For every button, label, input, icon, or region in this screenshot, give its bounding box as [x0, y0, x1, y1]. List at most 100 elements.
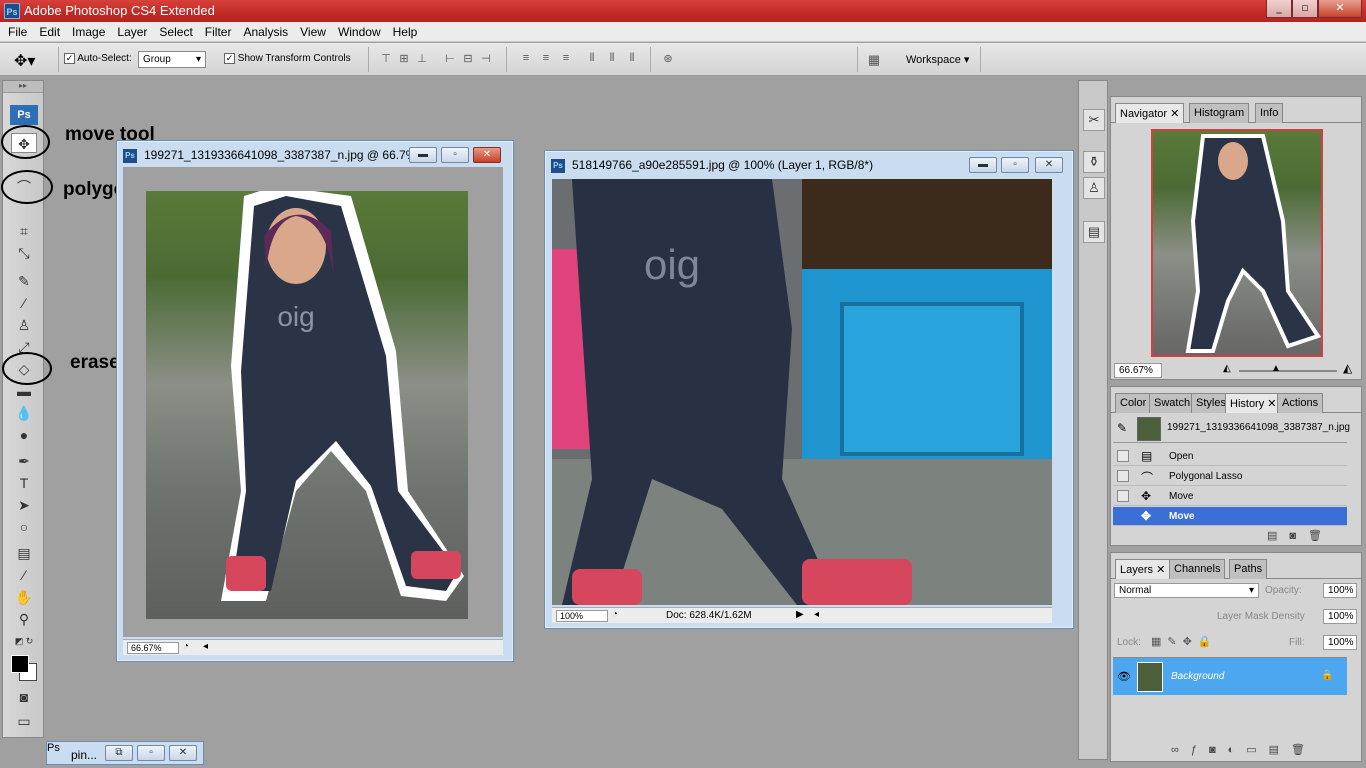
lock-icons[interactable]: ▦✎✥🔒 [1151, 635, 1218, 648]
blend-mode-select[interactable]: Normal ▾ [1114, 583, 1259, 598]
distribute-right-icon[interactable]: ⦀ [624, 52, 640, 66]
layer-row-background[interactable]: 👁 Background 🔒 [1113, 657, 1347, 695]
history-item-selected[interactable]: ✥ Move [1113, 507, 1347, 526]
eyedropper-tool-icon[interactable]: ⁄ [11, 565, 37, 585]
menu-help[interactable]: Help [387, 25, 424, 39]
history-item[interactable]: ▤ Open [1113, 447, 1347, 466]
history-item[interactable]: ⌒ Polygonal Lasso [1113, 467, 1347, 486]
doc1-zoom-field[interactable]: 66.67% [127, 642, 179, 654]
tab-history[interactable]: History ✕ [1225, 393, 1282, 413]
doc2-maximize-button[interactable]: ▫ [1001, 157, 1029, 173]
minidoc-close-button[interactable]: ✕ [169, 745, 197, 761]
show-transform-checkbox[interactable]: ✓ Show Transform Controls [224, 53, 351, 64]
distribute-hcenter-icon[interactable]: ⦀ [604, 52, 620, 66]
menu-edit[interactable]: Edit [33, 25, 66, 39]
navigator-slider-thumb[interactable]: ▲ [1271, 363, 1281, 374]
auto-select-checkbox[interactable]: ✓ Auto-Select: [64, 53, 132, 64]
auto-select-dropdown[interactable]: Group ▾ [138, 51, 206, 68]
navigator-zoom-field[interactable]: 66.67% [1114, 363, 1162, 378]
distribute-top-icon[interactable]: ≡ [518, 52, 534, 66]
hand-tool-icon[interactable]: ✋ [11, 587, 37, 607]
tab-channels[interactable]: Channels [1169, 559, 1226, 579]
doc2-status-arrow-icon[interactable]: ▶ [796, 609, 804, 620]
auto-align-icon[interactable]: ⊛ [660, 52, 676, 66]
tab-layers[interactable]: Layers ✕ [1115, 559, 1171, 579]
move-tool-preset-icon[interactable]: ✥▾ [14, 51, 35, 71]
minimize-button[interactable]: _ [1266, 0, 1292, 18]
clone-source-icon[interactable]: ♙ [1083, 177, 1105, 199]
align-vcenter-icon[interactable]: ⊞ [396, 52, 412, 66]
align-bottom-icon[interactable]: ⊥ [414, 52, 430, 66]
close-button[interactable]: ✕ [1318, 0, 1362, 18]
foreground-color-swatch[interactable] [11, 655, 29, 673]
document-window-2[interactable]: Ps 518149766_a90e285591.jpg @ 100% (Laye… [544, 150, 1074, 629]
swap-colors-icon[interactable]: ◩ ↻ [11, 631, 37, 651]
menu-select[interactable]: Select [153, 25, 198, 39]
fill-field[interactable]: 100% [1323, 635, 1357, 650]
bridge-icon[interactable]: ▦ [866, 52, 882, 67]
doc2-scroll-left-icon[interactable]: ◂ [814, 609, 819, 620]
menu-filter[interactable]: Filter [199, 25, 238, 39]
type-tool-icon[interactable]: T [11, 473, 37, 493]
menu-image[interactable]: Image [66, 25, 111, 39]
zoom-out-icon[interactable]: ◭ [1223, 363, 1231, 374]
layers-footer-icons[interactable]: ∞ƒ◙◐▭▤🗑 [1171, 743, 1317, 756]
align-top-icon[interactable]: ⊤ [378, 52, 394, 66]
tab-color[interactable]: Color [1115, 393, 1152, 413]
distribute-bottom-icon[interactable]: ≡ [558, 52, 574, 66]
minidoc-maximize-button[interactable]: ▫ [137, 745, 165, 761]
tab-actions[interactable]: Actions [1277, 393, 1324, 413]
minimized-document[interactable]: Ps pin... ⧉ ▫ ✕ [46, 741, 204, 765]
navigator-zoom-slider[interactable] [1239, 370, 1337, 372]
doc1-status-menu-icon[interactable]: ◔ [183, 641, 189, 652]
mask-density-field[interactable]: 100% [1323, 609, 1357, 624]
tab-navigator[interactable]: Navigator ✕ [1115, 103, 1185, 123]
align-hcenter-icon[interactable]: ⊟ [460, 52, 476, 66]
visibility-eye-icon[interactable]: 👁 [1117, 670, 1131, 683]
menu-view[interactable]: View [294, 25, 332, 39]
align-left-icon[interactable]: ⊢ [442, 52, 458, 66]
distribute-left-icon[interactable]: ⦀ [584, 52, 600, 66]
history-footer-icons[interactable]: ▤◙🗑 [1267, 529, 1334, 542]
opacity-field[interactable]: 100% [1323, 583, 1357, 598]
notes-tool-icon[interactable]: ▤ [11, 543, 37, 563]
screen-mode-icon[interactable]: ▭ [11, 711, 37, 731]
ellipse-tool-icon[interactable]: ○ [11, 517, 37, 537]
tab-swatches[interactable]: Swatch [1149, 393, 1196, 413]
navigator-thumbnail[interactable] [1151, 129, 1323, 357]
menu-analysis[interactable]: Analysis [237, 25, 294, 39]
brushes-icon[interactable]: ⚱ [1083, 151, 1105, 173]
blur-tool-icon[interactable]: 💧 [11, 403, 37, 423]
brush-tool-icon[interactable]: ⁄ [11, 293, 37, 313]
minidoc-restore-button[interactable]: ⧉ [105, 745, 133, 761]
doc1-scroll-left-icon[interactable]: ◂ [203, 641, 208, 652]
tab-info[interactable]: Info [1255, 103, 1284, 123]
doc1-maximize-button[interactable]: ▫ [441, 147, 469, 163]
history-snapshot-row[interactable]: ✎ 199271_1319336641098_3387387_n.jpg [1113, 415, 1350, 443]
doc2-minimize-button[interactable]: ▬ [969, 157, 997, 173]
doc1-photo[interactable]: oig [146, 191, 468, 619]
tool-presets-icon[interactable]: ✂ [1083, 109, 1105, 131]
doc2-photo[interactable]: oig [552, 179, 1052, 605]
snapshot-brush-icon[interactable]: ✎ [1117, 421, 1127, 435]
doc1-canvas-area[interactable]: oig [123, 167, 503, 637]
healing-brush-icon[interactable]: ✎ [11, 271, 37, 291]
doc2-status-menu-icon[interactable]: ◔ [612, 609, 618, 620]
menu-file[interactable]: File [2, 25, 33, 39]
zoom-in-icon[interactable]: ◭ [1343, 361, 1352, 375]
align-right-icon[interactable]: ⊣ [478, 52, 494, 66]
path-selection-icon[interactable]: ➤ [11, 495, 37, 515]
clone-stamp-icon[interactable]: ♙ [11, 315, 37, 335]
eyedropper-slice-icon[interactable]: ⤡ [11, 243, 37, 263]
toolbar-grip[interactable]: ▸▸ [3, 81, 43, 93]
quick-mask-icon[interactable]: ◙ [11, 687, 37, 707]
tab-histogram[interactable]: Histogram [1189, 103, 1250, 123]
document-window-1[interactable]: Ps 199271_1319336641098_3387387_n.jpg @ … [116, 140, 514, 662]
doc1-close-button[interactable]: ✕ [473, 147, 501, 163]
notes-panel-icon[interactable]: ▤ [1083, 221, 1105, 243]
menu-layer[interactable]: Layer [111, 25, 153, 39]
workspace-button[interactable]: Workspace ▾ [906, 53, 969, 66]
doc2-zoom-field[interactable]: 100% [556, 610, 608, 622]
pen-tool-icon[interactable]: ✒ [11, 451, 37, 471]
doc2-close-button[interactable]: ✕ [1035, 157, 1063, 173]
